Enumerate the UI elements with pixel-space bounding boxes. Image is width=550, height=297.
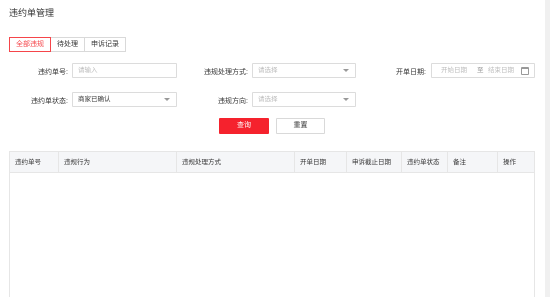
column-header: 违规处理方式 <box>177 152 295 173</box>
column-header: 申诉截止日期 <box>347 152 402 173</box>
status-label: 违约单状态: <box>31 98 68 105</box>
table-body <box>10 173 534 297</box>
column-header: 操作 <box>503 159 516 166</box>
open-date-label: 开单日期: <box>396 69 426 76</box>
calendar-icon <box>521 67 529 75</box>
query-button[interactable]: 查询 <box>219 118 269 134</box>
open-date-range-picker[interactable]: 开始日期 至 结束日期 <box>431 63 535 78</box>
tab-all-violations[interactable]: 全部违规 <box>9 37 51 52</box>
chevron-down-icon <box>343 98 349 101</box>
tab-appeal-records[interactable]: 申诉记录 <box>84 37 126 52</box>
scrollbar-track[interactable] <box>545 0 550 297</box>
status-value: 商家已确认 <box>78 96 111 103</box>
status-select[interactable]: 商家已确认 <box>72 92 177 107</box>
chevron-down-icon <box>164 98 170 101</box>
violations-table: 违约单号 违规行为 违规处理方式 开单日期 申诉截止日期 违约单状态 备注 操作 <box>9 151 535 297</box>
direction-placeholder: 请选择 <box>258 96 278 103</box>
chevron-down-icon <box>343 69 349 72</box>
direction-select[interactable]: 请选择 <box>252 92 356 107</box>
handling-method-placeholder: 请选择 <box>258 67 278 74</box>
violation-no-input[interactable]: 请输入 <box>72 63 177 78</box>
handling-method-label: 违规处理方式: <box>204 69 248 76</box>
table-header: 违约单号 违规行为 违规处理方式 开单日期 申诉截止日期 违约单状态 备注 操作 <box>10 152 534 173</box>
column-header: 违约单号 <box>10 152 59 173</box>
reset-button[interactable]: 重置 <box>276 118 325 134</box>
column-header: 违规行为 <box>59 152 177 173</box>
handling-method-select[interactable]: 请选择 <box>252 63 356 78</box>
direction-label: 违规方向: <box>218 98 248 105</box>
violation-no-label: 违约单号: <box>38 69 68 76</box>
column-header: 备注 <box>448 152 498 173</box>
date-end-placeholder: 结束日期 <box>488 67 514 74</box>
status-tabs: 全部违规 待处理 申诉记录 <box>9 37 126 52</box>
violation-no-placeholder: 请输入 <box>78 67 98 74</box>
date-separator: 至 <box>477 67 484 74</box>
page-title: 违约单管理 <box>9 8 55 18</box>
column-header: 开单日期 <box>295 152 347 173</box>
column-header: 违约单状态 <box>402 152 448 173</box>
date-start-placeholder: 开始日期 <box>441 67 467 74</box>
tab-pending[interactable]: 待处理 <box>50 37 85 52</box>
